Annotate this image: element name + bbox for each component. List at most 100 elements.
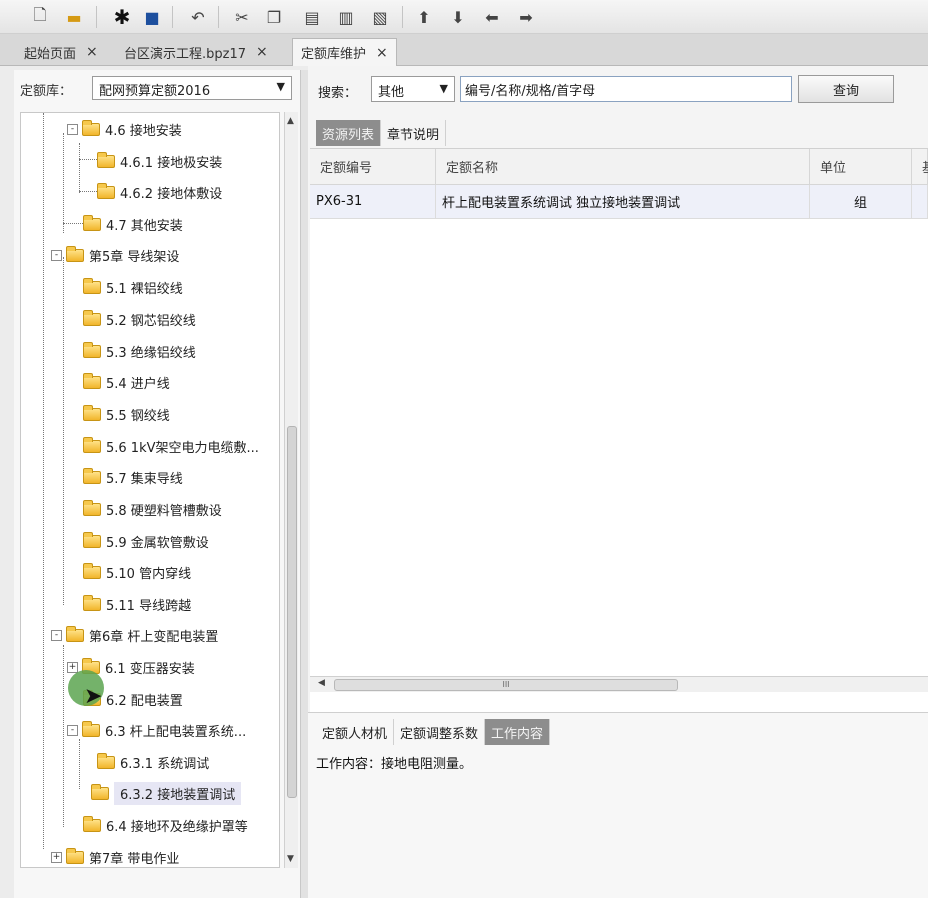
folder-icon	[83, 404, 101, 421]
tree-node-label: 5.1 裸铝绞线	[106, 281, 183, 297]
column-header[interactable]: 单位	[810, 149, 912, 185]
quota-library-select[interactable]: 配网预算定额2016 ▼	[92, 76, 292, 100]
tree-connector	[43, 113, 44, 849]
collapse-icon[interactable]: -	[67, 123, 78, 135]
tab-label: 台区演示工程.bpz17	[124, 46, 247, 62]
delete-icon[interactable]: ▥	[334, 5, 358, 29]
close-icon[interactable]: ×	[86, 44, 98, 60]
tree-node-label: 5.2 钢芯铝绞线	[106, 313, 196, 329]
folder-icon	[83, 372, 101, 389]
folder-open-icon	[66, 625, 84, 642]
tree-node-label: 4.6.2 接地体敷设	[120, 186, 223, 202]
chevron-down-icon: ▼	[439, 82, 448, 95]
move-left-icon[interactable]: ⬅	[480, 5, 504, 29]
scroll-left-icon[interactable]: ◀	[318, 678, 325, 688]
tree-node[interactable]: 5.2 钢芯铝绞线	[83, 307, 196, 331]
collapse-icon[interactable]: -	[67, 724, 78, 736]
tree-node[interactable]: 5.7 集束导线	[83, 465, 183, 489]
search-input[interactable]	[460, 76, 792, 102]
close-icon[interactable]: ×	[256, 44, 268, 60]
copy-icon[interactable]: ❐	[262, 5, 286, 29]
work-content-text: 工作内容：接地电阻测量。	[316, 757, 473, 772]
open-folder-icon[interactable]: ▬	[62, 5, 86, 29]
column-header[interactable]: 定额编号	[310, 149, 436, 185]
tree-node[interactable]: 5.5 钢绞线	[83, 402, 170, 426]
column-header[interactable]: 基	[912, 149, 928, 185]
tree-node[interactable]: 4.6.2 接地体敷设	[97, 180, 222, 204]
table-horizontal-scrollbar[interactable]: ◀ III	[310, 676, 928, 692]
tree-scrollbar[interactable]: ▲ ▼	[284, 112, 298, 868]
right-panel: 搜索： 其他 ▼ 查询 资源列表 章节说明 定额编号 定额名称 单位 基 PX6…	[308, 66, 928, 898]
tree-node[interactable]: 5.4 进户线	[83, 370, 170, 394]
folder-icon	[97, 151, 115, 168]
tree-node[interactable]: 5.9 金属软管敷设	[83, 529, 209, 553]
toolbar-separator	[402, 6, 403, 28]
scroll-up-icon[interactable]: ▲	[287, 116, 294, 126]
folder-icon	[66, 847, 84, 864]
table-cell-unit[interactable]: 组	[810, 185, 912, 219]
tree-connector	[63, 133, 64, 233]
scrollbar-thumb[interactable]	[287, 426, 297, 798]
table-cell-extra[interactable]	[912, 185, 928, 219]
tree-node-selected[interactable]: 6.3.2 接地装置调试	[91, 781, 242, 805]
tab-resource-list[interactable]: 资源列表	[316, 120, 382, 146]
export-icon[interactable]: ▧	[368, 5, 392, 29]
toolbar-separator	[96, 6, 97, 28]
tab-work-content[interactable]: 工作内容	[485, 719, 551, 745]
paste-icon[interactable]: ▤	[300, 5, 324, 29]
new-file-icon[interactable]: 🗋	[28, 5, 52, 29]
collapse-icon[interactable]: -	[51, 249, 62, 261]
tree-node[interactable]: 6.4 接地环及绝缘护罩等	[83, 813, 248, 837]
tree-node[interactable]: 4.7 其他安装	[83, 212, 183, 236]
tree-node[interactable]: 5.3 绝缘铝绞线	[83, 339, 196, 363]
search-type-select[interactable]: 其他 ▼	[371, 76, 455, 102]
close-icon[interactable]: ×	[376, 45, 388, 61]
tab-quota-resources[interactable]: 定额人材机	[316, 719, 395, 745]
expand-icon[interactable]: +	[67, 661, 78, 673]
tree-node[interactable]: 6.3.1 系统调试	[97, 750, 209, 774]
undo-icon[interactable]: ↶	[186, 5, 210, 29]
tree-node[interactable]: 5.11 导线跨越	[83, 592, 191, 616]
settings-gear-icon[interactable]: ✱	[110, 5, 134, 29]
cut-icon[interactable]: ✂	[230, 5, 254, 29]
tree-node[interactable]: 4.6.1 接地极安装	[97, 149, 222, 173]
detail-tabs: 定额人材机 定额调整系数 工作内容	[316, 719, 551, 747]
column-header[interactable]: 定额名称	[436, 149, 810, 185]
tree-node[interactable]: + 第7章 带电作业	[51, 845, 180, 867]
tree-node[interactable]: - 6.3 杆上配电装置系统...	[67, 718, 246, 742]
search-label: 搜索：	[318, 86, 358, 101]
tree-node[interactable]: 5.10 管内穿线	[83, 560, 191, 584]
toolbar-separator	[172, 6, 173, 28]
table-cell-code[interactable]: PX6-31	[310, 185, 436, 219]
tab-label: 起始页面	[24, 46, 77, 62]
collapse-icon[interactable]: -	[51, 629, 62, 641]
tab-chapter-notes[interactable]: 章节说明	[381, 120, 447, 146]
panel-splitter[interactable]	[300, 70, 308, 898]
chevron-down-icon: ▼	[276, 80, 285, 93]
table-cell-name[interactable]: 杆上配电装置系统调试 独立接地装置调试	[436, 185, 810, 219]
folder-open-icon	[66, 245, 84, 262]
query-button[interactable]: 查询	[798, 75, 894, 103]
tree-node[interactable]: - 第6章 杆上变配电装置	[51, 623, 218, 647]
move-up-icon[interactable]: ⬆	[412, 5, 436, 29]
move-down-icon[interactable]: ⬇	[446, 5, 470, 29]
tab-adjustment-factors[interactable]: 定额调整系数	[394, 719, 486, 745]
tree-node[interactable]: 5.6 1kV架空电力电缆敷...	[83, 434, 259, 458]
tree-node[interactable]: - 4.6 接地安装	[67, 117, 182, 141]
scrollbar-thumb[interactable]: III	[334, 679, 678, 691]
tab-project-file[interactable]: 台区演示工程.bpz17 ×	[102, 38, 276, 66]
tree-node-label: 6.3.1 系统调试	[120, 756, 210, 772]
tab-quota-maintenance[interactable]: 定额库维护 ×	[292, 38, 397, 66]
scroll-down-icon[interactable]: ▼	[287, 854, 294, 864]
expand-icon[interactable]: +	[51, 851, 62, 863]
tree-node[interactable]: 5.8 硬塑料管槽敷设	[83, 497, 222, 521]
tree-node-label: 6.1 变压器安装	[105, 661, 195, 677]
tab-start-page[interactable]: 起始页面 ×	[2, 38, 106, 66]
tree-node[interactable]: - 第5章 导线架设	[51, 243, 179, 267]
tree-node-label: 4.7 其他安装	[106, 218, 183, 234]
tree-node-label: 第6章 杆上变配电装置	[89, 629, 219, 645]
tree-node-label: 第7章 带电作业	[89, 851, 180, 867]
tree-node[interactable]: 5.1 裸铝绞线	[83, 275, 183, 299]
move-right-icon[interactable]: ➡	[514, 5, 538, 29]
save-icon[interactable]: ■	[140, 5, 164, 29]
